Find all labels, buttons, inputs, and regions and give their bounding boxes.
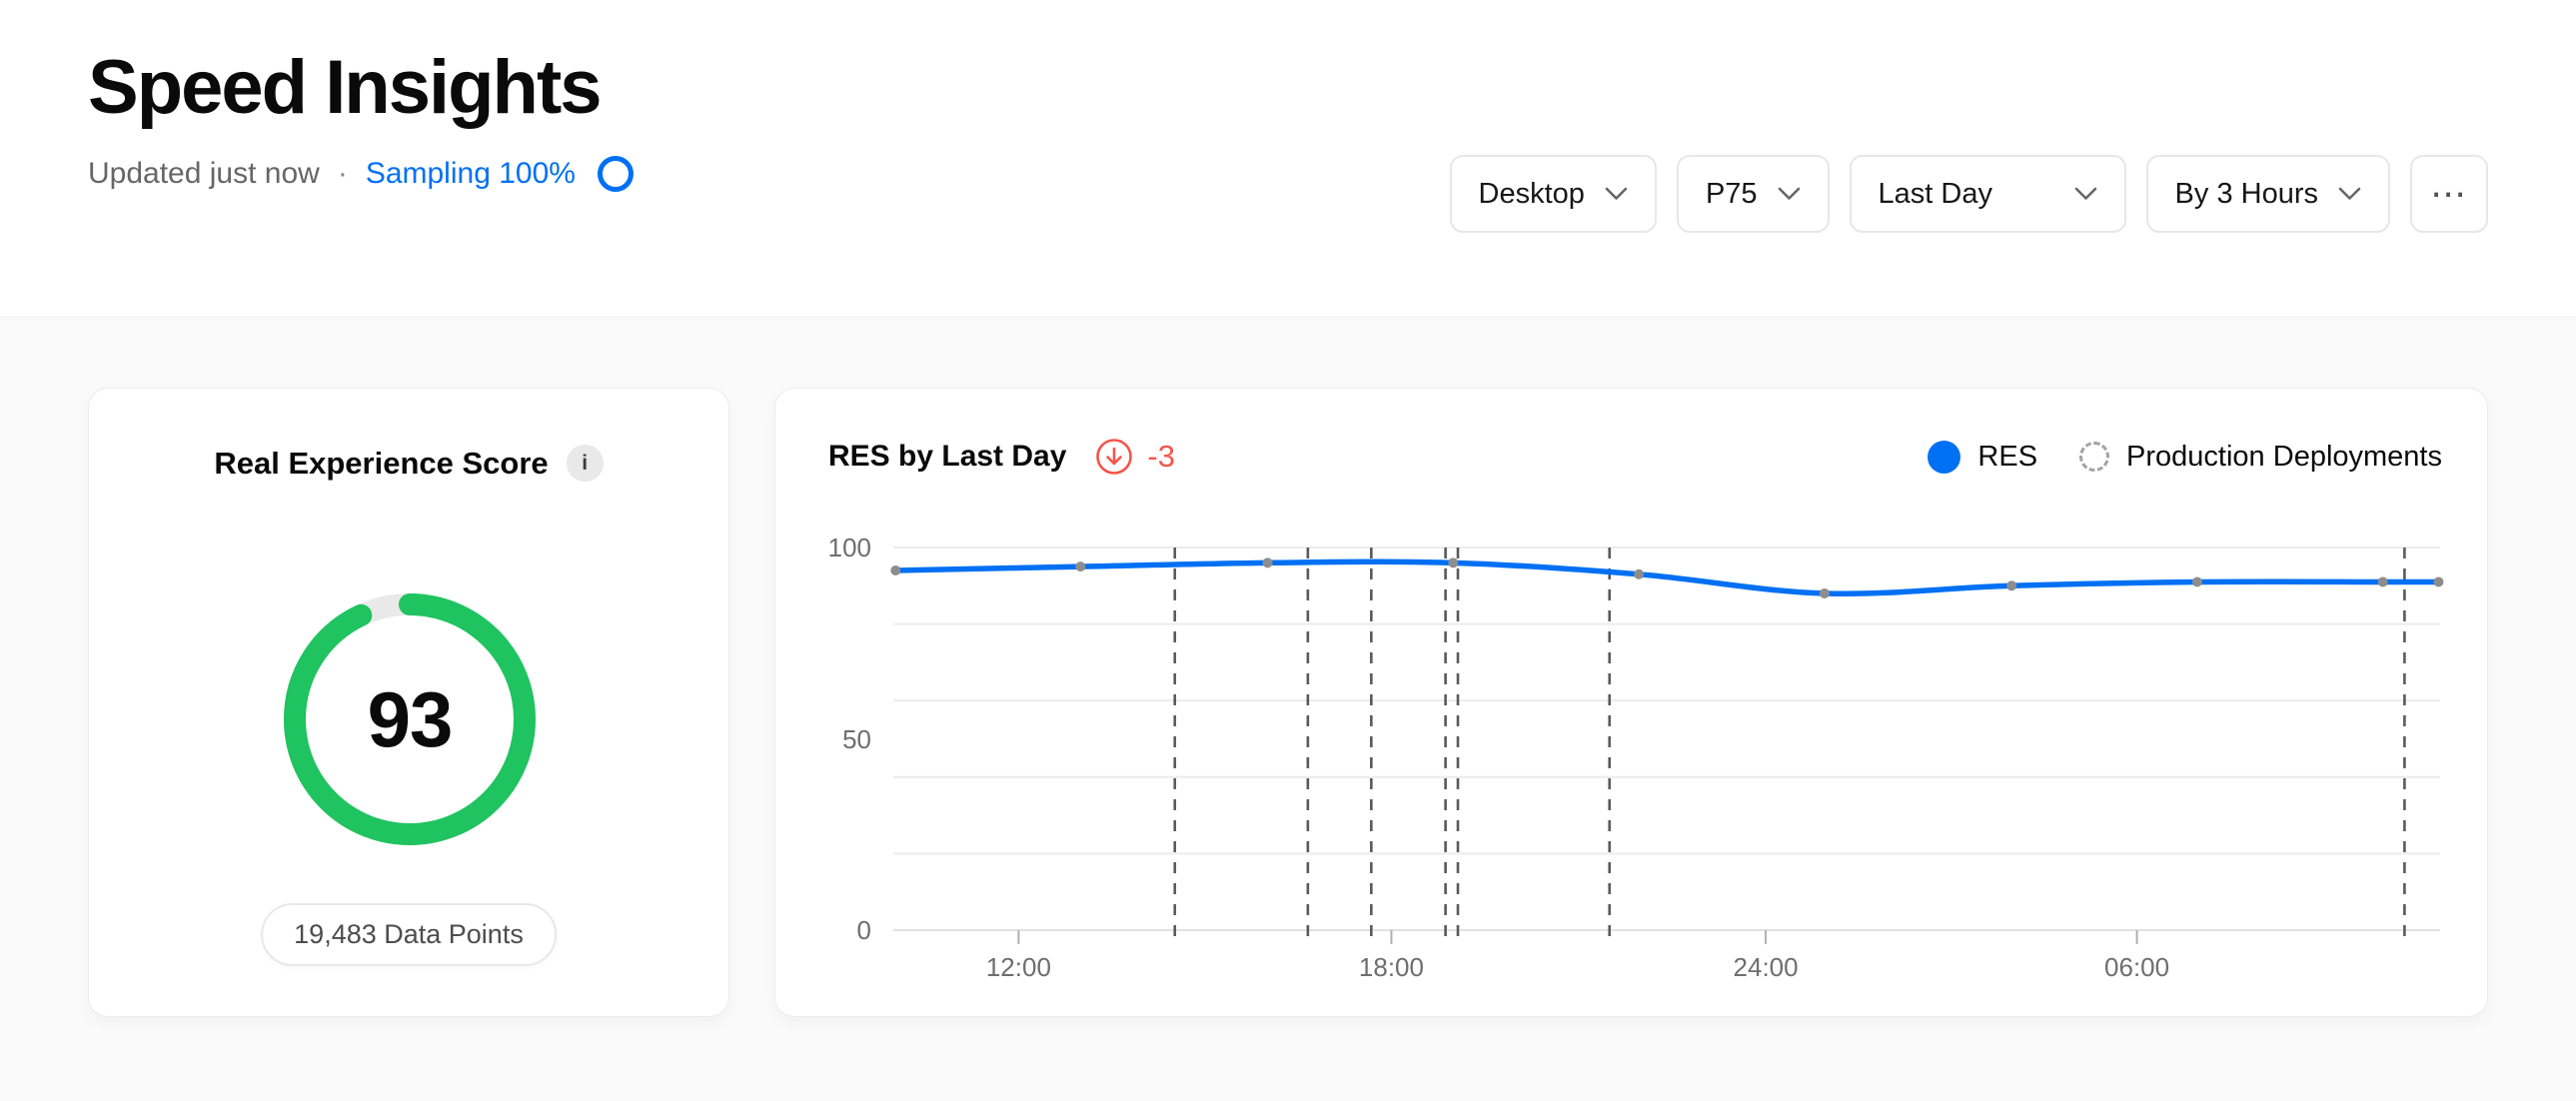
- y-axis-label: 0: [857, 917, 871, 943]
- percentile-dropdown-label: P75: [1706, 178, 1758, 211]
- legend-item-res[interactable]: RES: [1928, 441, 2037, 474]
- data-point[interactable]: [890, 565, 900, 575]
- sampling-link[interactable]: Sampling 100%: [366, 157, 576, 191]
- chevron-down-icon: [2338, 187, 2361, 201]
- time-range-dropdown[interactable]: Last Day: [1850, 155, 2126, 233]
- time-range-dropdown-label: Last Day: [1879, 178, 1992, 211]
- x-axis-label: 24:00: [1734, 954, 1799, 980]
- chevron-down-icon: [1778, 187, 1801, 201]
- data-point[interactable]: [2378, 576, 2388, 586]
- x-axis-label: 12:00: [986, 954, 1051, 980]
- plot-area[interactable]: 10050012:0018:0024:0006:00: [893, 548, 2440, 930]
- main-content: Real Experience Score i 93 19,483 Data P…: [0, 318, 2576, 1017]
- separator-dot: ·: [336, 157, 350, 191]
- legend-item-production-deployments[interactable]: Production Deployments: [2079, 441, 2442, 474]
- data-point[interactable]: [2192, 576, 2202, 586]
- y-axis-label: 100: [828, 535, 871, 560]
- legend-res-label: RES: [1977, 441, 2037, 474]
- granularity-dropdown-label: By 3 Hours: [2175, 178, 2318, 211]
- data-point[interactable]: [1820, 588, 1830, 598]
- page-title: Speed Insights: [88, 46, 2488, 130]
- updated-status: Updated just now: [88, 157, 320, 191]
- granularity-dropdown[interactable]: By 3 Hours: [2146, 155, 2390, 233]
- chart-legend: RES Production Deployments: [1928, 441, 2442, 474]
- score-gauge: 93: [284, 593, 536, 845]
- data-point[interactable]: [2433, 576, 2443, 586]
- delta-badge: -3: [1094, 437, 1175, 477]
- data-point[interactable]: [1448, 557, 1458, 567]
- data-point[interactable]: [1075, 561, 1085, 571]
- device-dropdown-label: Desktop: [1479, 178, 1585, 211]
- chart-title: RES by Last Day: [828, 440, 1066, 474]
- device-dropdown[interactable]: Desktop: [1450, 155, 1657, 233]
- legend-deployments-label: Production Deployments: [2126, 441, 2442, 474]
- res-series-dot-icon: [1928, 441, 1960, 474]
- y-axis-label: 50: [842, 726, 871, 752]
- filter-toolbar: Desktop P75 Last Day By 3 Hours ⋯: [1450, 155, 2488, 233]
- data-point[interactable]: [1634, 569, 1644, 579]
- chevron-down-icon: [1605, 187, 1628, 201]
- x-axis-label: 06:00: [2104, 954, 2169, 980]
- data-point[interactable]: [1263, 557, 1273, 567]
- percentile-dropdown[interactable]: P75: [1677, 155, 1830, 233]
- res-chart-card: RES by Last Day -3 RES Production De: [774, 388, 2488, 1017]
- more-options-button[interactable]: ⋯: [2410, 155, 2488, 233]
- info-icon[interactable]: i: [567, 445, 604, 482]
- page-header: Speed Insights Updated just now · Sampli…: [0, 0, 2576, 318]
- deployment-dashed-circle-icon: [2079, 442, 2109, 472]
- score-value: 93: [284, 593, 536, 845]
- data-points-badge: 19,483 Data Points: [261, 903, 557, 966]
- res-series-line: [895, 561, 2438, 593]
- real-experience-score-card: Real Experience Score i 93 19,483 Data P…: [88, 388, 729, 1017]
- sampling-ring-icon: [598, 156, 634, 192]
- delta-value: -3: [1147, 439, 1175, 475]
- data-point[interactable]: [2006, 580, 2016, 590]
- arrow-down-circle-icon: [1094, 437, 1134, 477]
- ellipsis-icon: ⋯: [2430, 176, 2468, 212]
- chevron-down-icon: [2074, 187, 2097, 201]
- x-axis-label: 18:00: [1359, 954, 1424, 980]
- score-card-title: Real Experience Score: [214, 446, 548, 482]
